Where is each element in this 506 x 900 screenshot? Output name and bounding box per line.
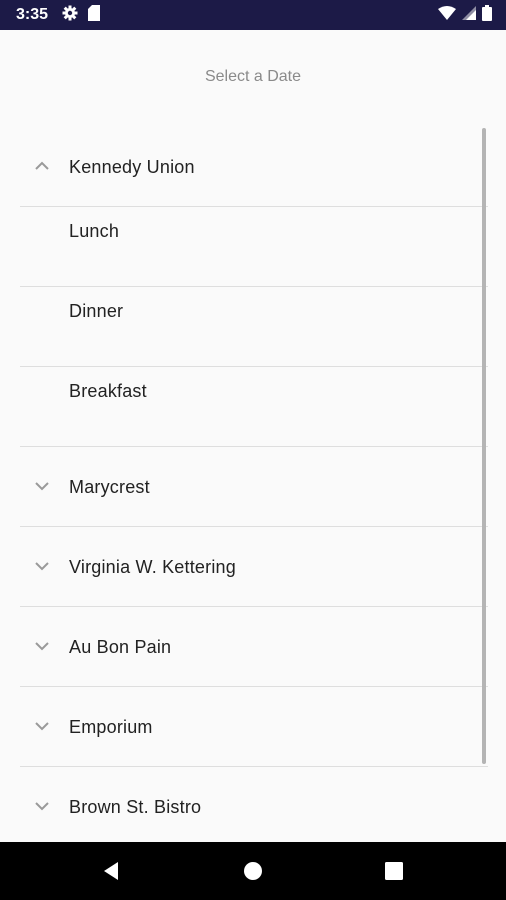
home-icon[interactable] [242, 860, 264, 887]
navigation-bar [0, 842, 506, 900]
dining-hall-marycrest[interactable]: Marycrest [20, 447, 488, 527]
chevron-down-icon [32, 799, 52, 813]
chevron-down-icon [32, 479, 52, 493]
meal-label: Breakfast [69, 381, 147, 401]
meal-item-lunch[interactable]: Lunch [20, 207, 488, 287]
meal-item-breakfast[interactable]: Breakfast [20, 367, 488, 447]
dining-hall-kennedy-union[interactable]: Kennedy Union [20, 127, 488, 207]
dining-hall-name: Virginia W. Kettering [69, 557, 236, 577]
content-area: Select a Date Kennedy Union Lunch Dinner… [0, 30, 506, 842]
back-icon[interactable] [100, 860, 122, 887]
status-time: 3:35 [16, 6, 49, 23]
sd-card-icon [88, 4, 101, 26]
status-bar: 3:35 [0, 0, 506, 30]
chevron-down-icon [32, 559, 52, 573]
dining-hall-name: Emporium [69, 717, 153, 737]
dining-hall-brown-st-bistro[interactable]: Brown St. Bistro [20, 767, 488, 842]
dining-hall-list: Kennedy Union Lunch Dinner Breakfast Mar… [20, 127, 488, 842]
meal-label: Dinner [69, 301, 124, 321]
dining-hall-emporium[interactable]: Emporium [20, 687, 488, 767]
meal-label: Lunch [69, 221, 120, 241]
chevron-down-icon [32, 639, 52, 653]
dining-hall-au-bon-pain[interactable]: Au Bon Pain [20, 607, 488, 687]
dining-hall-virginia-w-kettering[interactable]: Virginia W. Kettering [20, 527, 488, 607]
chevron-up-icon [32, 159, 52, 173]
battery-icon [482, 4, 492, 26]
recents-icon[interactable] [383, 860, 405, 887]
page-title[interactable]: Select a Date [0, 68, 506, 86]
dining-hall-name: Brown St. Bistro [69, 797, 202, 817]
chevron-down-icon [32, 719, 52, 733]
dining-hall-name: Marycrest [69, 477, 150, 497]
cell-signal-icon [462, 5, 476, 25]
meal-item-dinner[interactable]: Dinner [20, 287, 488, 367]
dining-hall-name: Au Bon Pain [69, 637, 172, 657]
scrollbar[interactable] [482, 128, 486, 764]
dining-hall-name: Kennedy Union [69, 157, 195, 177]
settings-gear-icon [62, 5, 78, 26]
wifi-icon [438, 5, 456, 25]
